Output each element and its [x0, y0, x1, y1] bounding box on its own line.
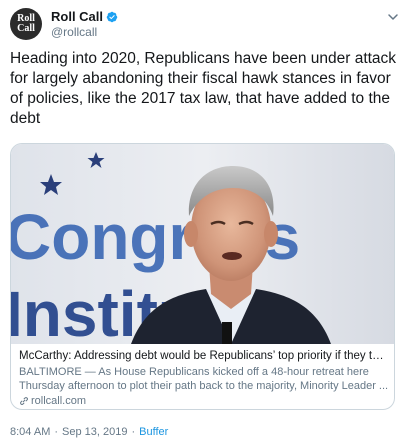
card-domain-text: rollcall.com: [31, 395, 87, 407]
card-title[interactable]: McCarthy: Addressing debt would be Repub…: [19, 349, 389, 364]
card-description: BALTIMORE — As House Republicans kicked …: [19, 365, 389, 393]
tweet: Roll Call Roll Call @rollcall Heading in…: [0, 0, 407, 445]
card-domain[interactable]: rollcall.com: [19, 394, 389, 408]
avatar-text-line2: Call: [17, 23, 35, 34]
chevron-down-icon[interactable]: [386, 10, 400, 24]
tweet-source-link[interactable]: Buffer: [139, 426, 168, 438]
meta-separator: ·: [131, 426, 136, 438]
link-card[interactable]: Congress Institute McCarthy: Addressing …: [10, 143, 395, 410]
tweet-meta: 8:04 AM · Sep 13, 2019 · Buffer: [10, 426, 168, 438]
verified-badge-icon: [106, 11, 118, 22]
card-description-line2: Thursday afternoon to plot their path ba…: [19, 380, 389, 392]
meta-separator: ·: [54, 426, 59, 438]
tweet-header: Roll Call Roll Call @rollcall: [10, 8, 400, 40]
avatar[interactable]: Roll Call: [10, 8, 42, 40]
tweet-date[interactable]: Sep 13, 2019: [62, 426, 127, 438]
author-block[interactable]: Roll Call @rollcall: [51, 9, 118, 39]
tweet-text: Heading into 2020, Republicans have been…: [10, 50, 397, 127]
card-description-line1: BALTIMORE — As House Republicans kicked …: [19, 366, 369, 378]
tweet-time[interactable]: 8:04 AM: [10, 426, 50, 438]
card-body: McCarthy: Addressing debt would be Repub…: [19, 349, 389, 408]
link-icon: [20, 397, 28, 405]
display-name[interactable]: Roll Call: [51, 9, 103, 24]
handle[interactable]: @rollcall: [51, 25, 118, 39]
card-photo: Congress Institute: [11, 144, 394, 344]
card-image[interactable]: Congress Institute: [11, 144, 394, 344]
